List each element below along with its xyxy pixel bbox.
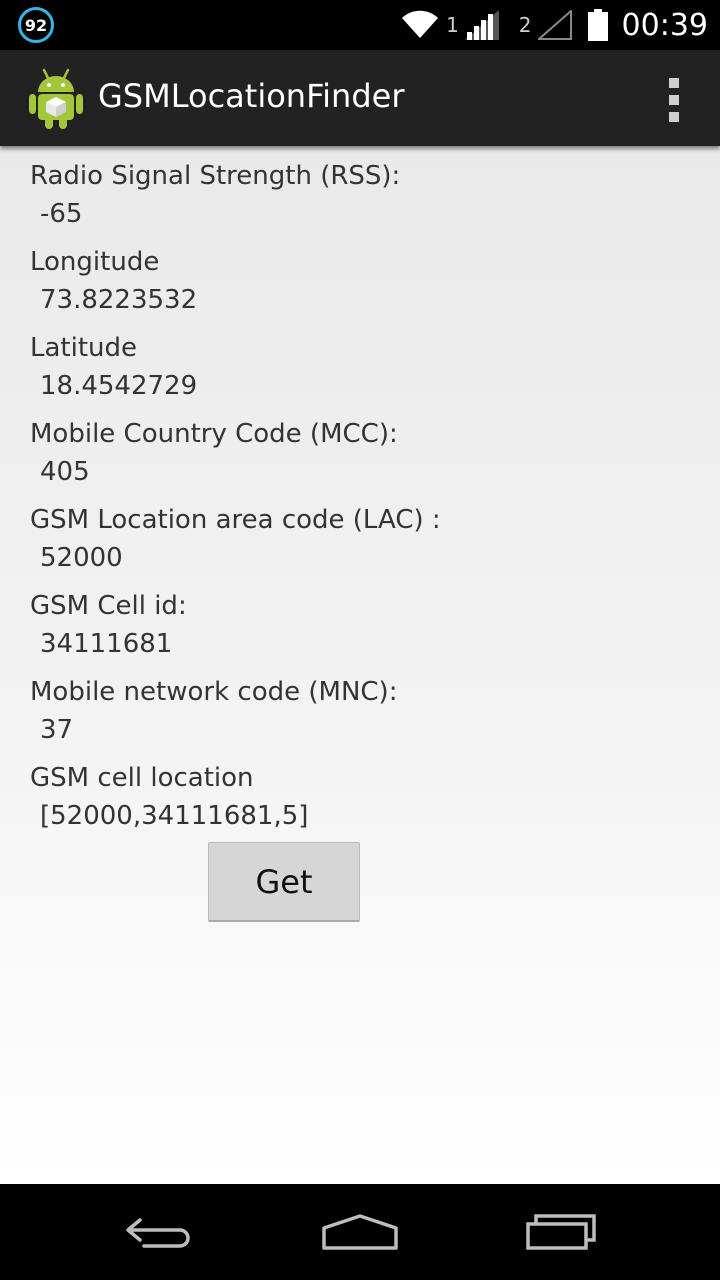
field-label: GSM cell location xyxy=(30,763,254,793)
field-mcc: Mobile Country Code (MCC): 405 xyxy=(30,415,398,491)
main-content: Radio Signal Strength (RSS): -65 Longitu… xyxy=(0,146,720,1184)
field-label: Radio Signal Strength (RSS): xyxy=(30,161,401,191)
nav-bar xyxy=(0,1184,720,1280)
field-label: GSM Location area code (LAC) : xyxy=(30,505,441,535)
home-icon[interactable] xyxy=(315,1206,405,1258)
battery-icon xyxy=(587,9,608,41)
field-value: 52000 xyxy=(40,543,123,573)
field-cell-location: GSM cell location [52000,34111681,5] xyxy=(30,759,308,835)
field-label: Latitude xyxy=(30,333,138,363)
field-value: 405 xyxy=(40,457,90,487)
field-value: 34111681 xyxy=(40,629,173,659)
signal-empty-icon xyxy=(537,10,572,40)
notification-badge: 92 xyxy=(18,7,54,43)
overflow-menu-icon[interactable] xyxy=(666,78,682,122)
field-latitude: Latitude 18.4542729 xyxy=(30,329,197,405)
recent-apps-icon[interactable] xyxy=(517,1206,607,1258)
field-label: Mobile network code (MNC): xyxy=(30,677,398,707)
field-value: 73.8223532 xyxy=(40,285,198,315)
field-lac: GSM Location area code (LAC) : 52000 xyxy=(30,501,441,577)
sim2-label: 2 xyxy=(518,13,532,37)
field-cell-id: GSM Cell id: 34111681 xyxy=(30,587,187,663)
field-label: GSM Cell id: xyxy=(30,591,187,621)
field-label: Longitude xyxy=(30,247,160,277)
status-bar: 92 1 2 00:39 xyxy=(0,0,720,50)
status-icons: 1 2 00:39 xyxy=(400,0,708,50)
signal-icon xyxy=(464,10,499,40)
field-value: 37 xyxy=(40,715,74,745)
field-value: -65 xyxy=(40,199,83,229)
field-rss: Radio Signal Strength (RSS): -65 xyxy=(30,157,400,233)
app-title: GSMLocationFinder xyxy=(98,77,405,115)
clock: 00:39 xyxy=(621,7,708,43)
field-value: [52000,34111681,5] xyxy=(40,801,309,831)
field-mnc: Mobile network code (MNC): 37 xyxy=(30,673,397,749)
android-icon[interactable] xyxy=(28,66,84,130)
field-label: Mobile Country Code (MCC): xyxy=(30,419,398,449)
field-longitude: Longitude 73.8223532 xyxy=(30,243,197,319)
wifi-icon xyxy=(400,10,440,40)
sim1-label: 1 xyxy=(446,13,459,37)
get-button[interactable]: Get xyxy=(208,842,360,922)
action-bar: GSMLocationFinder xyxy=(0,50,720,146)
back-icon[interactable] xyxy=(115,1206,205,1258)
field-value: 18.4542729 xyxy=(40,371,198,401)
